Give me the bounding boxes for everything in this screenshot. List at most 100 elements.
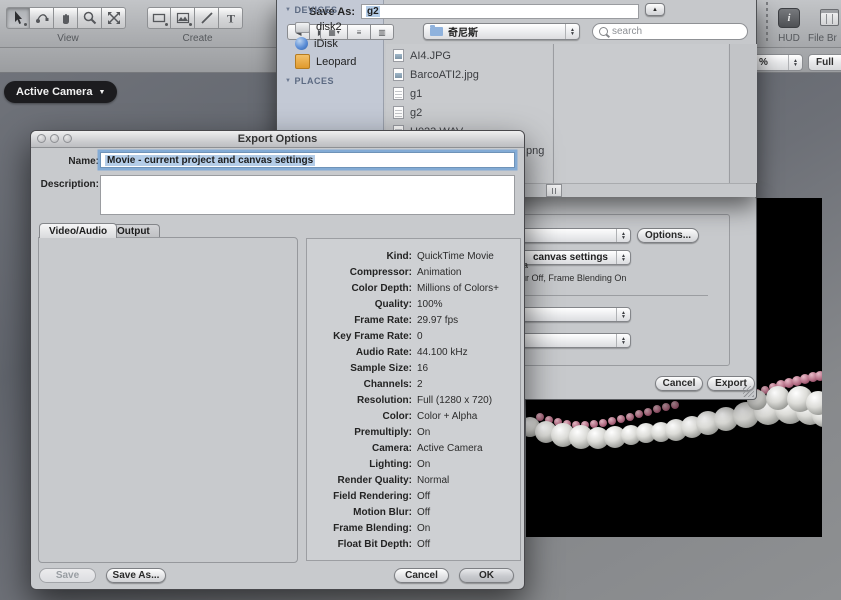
summary-value: QuickTime Movie [417,251,494,262]
save-button: Save [39,568,96,583]
summary-row: Audio Rate: 44.100 kHz [307,344,520,360]
close-icon[interactable] [37,134,46,143]
summary-row: Float Bit Depth: Off [307,536,520,552]
search-icon [599,27,608,36]
zoom-level-value: % [759,57,768,68]
column-view-icon: ▥ [378,28,386,37]
file-row[interactable]: g1 [386,84,552,103]
summary-row: Lighting: On [307,456,520,472]
device-name: Leopard [316,56,356,68]
export-use-value: canvas settings [533,252,608,263]
summary-label: Camera: [307,443,412,454]
stepper-arrows-icon: ▲▼ [788,55,802,70]
active-camera-popup[interactable]: Active Camera ▼ [4,81,117,103]
summary-value: Off [417,491,430,502]
active-camera-label: Active Camera [16,86,92,98]
sidebar-device-item[interactable]: disk2 [295,20,342,33]
cancel-button[interactable]: Cancel [394,568,449,583]
list-view-button[interactable]: ≡ [348,24,371,40]
minimize-icon[interactable] [50,134,59,143]
dialog-titlebar[interactable]: Export Options [31,131,524,148]
file-icon [393,87,404,100]
scrollbar-track[interactable] [729,44,757,183]
column-resize-handle[interactable] [546,184,562,197]
save-as-button[interactable]: Save As... [106,568,166,583]
view-tool-group [6,7,126,29]
file-icon [393,49,404,62]
display-mode-value: Full [816,57,834,68]
name-field[interactable]: Movie - current project and canvas setti… [100,152,515,168]
disclosure-triangle-icon: ▼ [285,78,291,84]
sidebar-device-item[interactable]: iDisk [295,37,338,50]
summary-label: Premultiply: [307,427,412,438]
location-popup[interactable]: 奇尼斯 ▲▼ [423,23,580,40]
summary-value: 29.97 fps [417,315,458,326]
file-icon [393,106,404,119]
file-row[interactable]: BarcoATI2.jpg [386,65,552,84]
summary-label: Kind: [307,251,412,262]
summary-row: Sample Size: 16 [307,360,520,376]
summary-row: Frame Blending: On [307,520,520,536]
tab-video-audio[interactable]: Video/Audio [39,223,117,238]
cancel-button[interactable]: Cancel [655,376,703,391]
summary-value: On [417,523,430,534]
summary-rows: Kind: QuickTime Movie Compressor: Animat… [307,248,520,552]
line-tool[interactable] [195,7,219,29]
device-icon [295,22,310,33]
pink-pearl [644,408,652,416]
resize-grip[interactable] [743,386,754,397]
pan-hand-tool[interactable] [54,7,78,29]
summary-row: Compressor: Animation [307,264,520,280]
pink-pearl [653,405,661,413]
summary-row: Render Quality: Normal [307,472,520,488]
shape-tool[interactable] [171,7,195,29]
rectangle-tool[interactable] [147,7,171,29]
zoom-window-icon[interactable] [63,134,72,143]
summary-value: Off [417,539,430,550]
sidebar-device-item[interactable]: Leopard [295,54,356,69]
summary-row: Color: Color + Alpha [307,408,520,424]
text-tool[interactable]: T [219,7,243,29]
motion-app-screen: View T Create i HUD File Br [0,0,841,600]
zoom-tool[interactable] [78,7,102,29]
hud-icon: i [778,8,800,28]
file-row[interactable]: AI4.JPG [386,46,552,65]
summary-label: Compressor: [307,267,412,278]
file-browser-button[interactable] [818,7,840,28]
summary-label: Color: [307,411,412,422]
summary-row: Kind: QuickTime Movie [307,248,520,264]
create-tool-group: T [147,7,243,29]
summary-label: Color Depth: [307,283,412,294]
svg-text:T: T [226,12,234,26]
description-label: Description: [39,179,99,190]
location-value: 奇尼斯 [448,24,478,39]
options-button[interactable]: Options... [637,228,699,243]
file-browser-label: File Br [808,33,841,44]
summary-value: On [417,427,430,438]
list-view-icon: ≡ [357,28,362,37]
display-mode-popup[interactable]: Full ▲▼ [808,54,841,71]
file-row[interactable]: g2 [386,103,552,122]
summary-row: Key Frame Rate: 0 [307,328,520,344]
name-value: Movie - current project and canvas setti… [105,155,315,166]
device-name: disk2 [316,21,342,33]
transform-tool[interactable] [102,7,126,29]
summary-row: Color Depth: Millions of Colors+ [307,280,520,296]
description-field[interactable] [100,175,515,215]
select-arrow-tool[interactable] [6,7,30,29]
ok-button[interactable]: OK [459,568,514,583]
summary-row: Premultiply: On [307,424,520,440]
bezier-tool[interactable] [30,7,54,29]
summary-label: Key Frame Rate: [307,331,412,342]
column-view-button[interactable]: ▥ [371,24,394,40]
window-controls [37,134,72,143]
filename-field[interactable]: g2 [361,4,639,19]
file-name: AI4.JPG [410,50,451,62]
search-field[interactable]: search [592,23,748,40]
device-name: iDisk [314,38,338,50]
summary-label: Render Quality: [307,475,412,486]
summary-value: Millions of Colors+ [417,283,499,294]
summary-value: 44.100 kHz [417,347,468,358]
hud-button[interactable]: i [778,7,800,28]
collapse-sheet-button[interactable]: ▲ [645,3,665,16]
